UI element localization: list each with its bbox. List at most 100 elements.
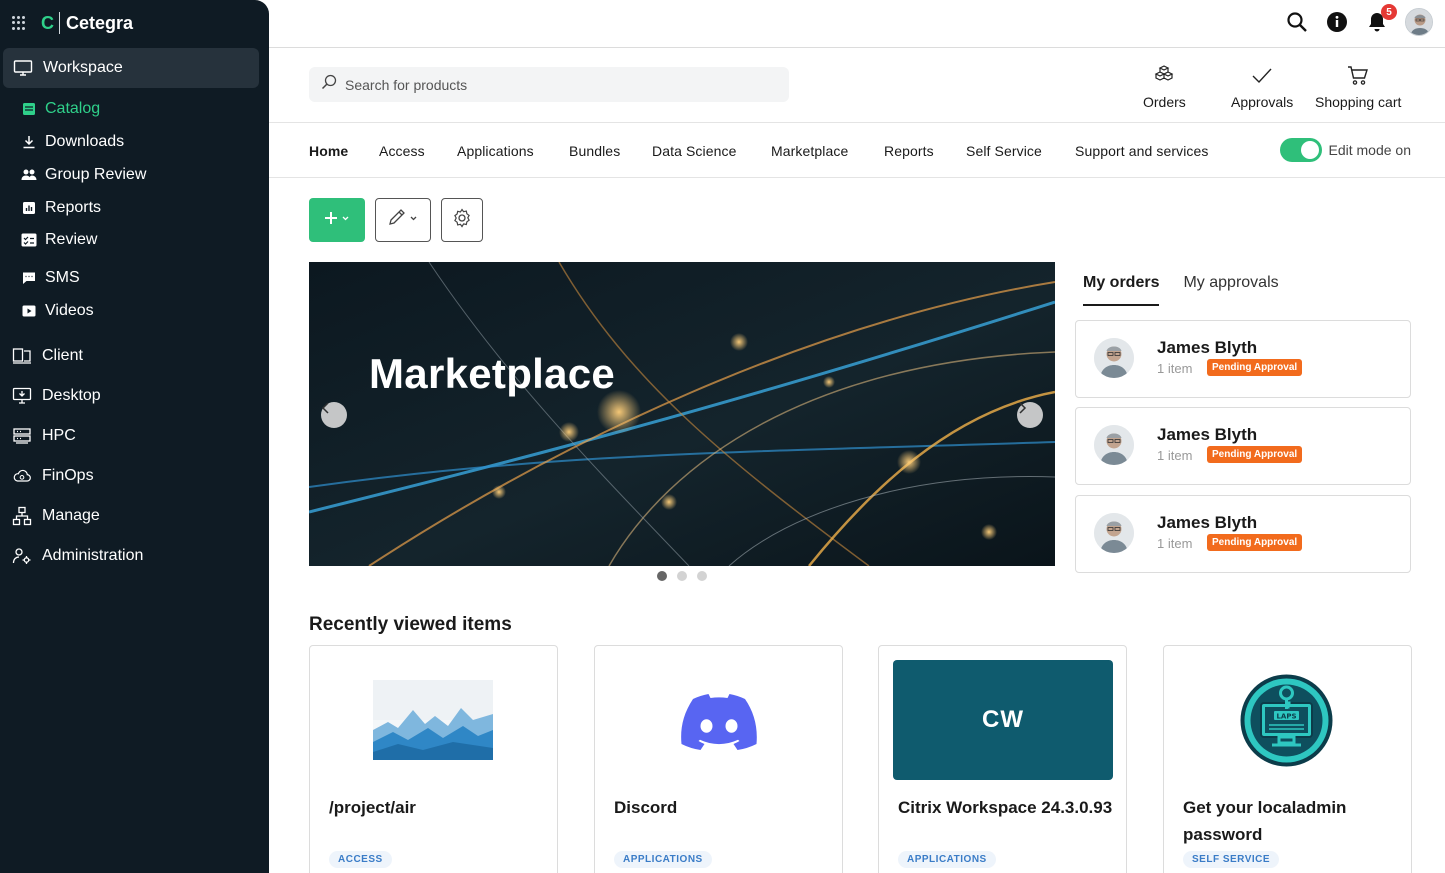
order-card[interactable]: James Blyth 1 item Pending Approval: [1075, 495, 1411, 573]
notifications-icon[interactable]: 5: [1365, 4, 1397, 34]
product-search[interactable]: [309, 67, 789, 102]
settings-button[interactable]: [441, 198, 483, 242]
sidebar-item-label: Group Review: [45, 166, 147, 183]
hero-carousel[interactable]: Marketplace: [309, 262, 1055, 566]
avatar: [1094, 425, 1134, 465]
download-icon: [21, 134, 37, 150]
tab-reports[interactable]: Reports: [884, 143, 934, 159]
tab-data-science[interactable]: Data Science: [652, 143, 736, 159]
tab-applications[interactable]: Applications: [457, 143, 534, 159]
status-badge: Pending Approval: [1207, 359, 1303, 376]
tab-bundles[interactable]: Bundles: [569, 143, 620, 159]
sidebar-item-downloads[interactable]: Downloads: [21, 131, 124, 153]
sidebar-item-finops[interactable]: FinOps: [12, 464, 94, 488]
sidebar-item-label: SMS: [45, 269, 80, 286]
chat-icon: [21, 270, 37, 286]
carousel-next-button[interactable]: [1017, 402, 1043, 428]
laps-logo-text: LAPS: [1276, 713, 1296, 721]
gear-icon: [452, 207, 472, 233]
hierarchy-icon: [12, 506, 32, 526]
recent-item-card[interactable]: CW Citrix Workspace 24.3.0.93 APPLICATIO…: [878, 645, 1127, 873]
tab-marketplace[interactable]: Marketplace: [771, 143, 848, 159]
order-card[interactable]: James Blyth 1 item Pending Approval: [1075, 407, 1411, 485]
desktop-icon: [12, 386, 32, 406]
sidebar-item-label: Catalog: [45, 100, 101, 117]
tab-support-and-services[interactable]: Support and services: [1075, 143, 1209, 159]
avatar: [1094, 513, 1134, 553]
video-icon: [21, 303, 37, 319]
shopping-cart-button[interactable]: Shopping cart: [1315, 64, 1401, 110]
order-requester-name: James Blyth: [1157, 425, 1258, 444]
hero-title: Marketplace: [369, 350, 616, 397]
sidebar-item-reports[interactable]: Reports: [21, 197, 101, 219]
notification-count-badge: 5: [1381, 4, 1397, 20]
sidebar-item-label: Videos: [45, 302, 94, 319]
category-tag: SELF SERVICE: [1183, 851, 1280, 868]
search-icon: [321, 74, 337, 95]
recently-viewed-title: Recently viewed items: [309, 614, 512, 635]
orders-icon: [1152, 64, 1176, 88]
sidebar-item-manage[interactable]: Manage: [12, 504, 100, 528]
tab-my-approvals[interactable]: My approvals: [1183, 274, 1278, 306]
carousel-prev-button[interactable]: [321, 402, 347, 428]
order-card[interactable]: James Blyth 1 item Pending Approval: [1075, 320, 1411, 398]
carousel-dot[interactable]: [657, 571, 667, 581]
sidebar-item-hpc[interactable]: HPC: [12, 424, 76, 448]
brand[interactable]: C Cetegra: [12, 10, 133, 36]
tab-access[interactable]: Access: [379, 143, 425, 159]
card-title: Get your localadmin password: [1183, 798, 1347, 844]
laps-logo-icon: LAPS: [1239, 673, 1334, 768]
card-title: Discord: [614, 798, 678, 817]
plus-icon: [324, 211, 350, 230]
reports-icon: [21, 200, 37, 216]
carousel-dot[interactable]: [697, 571, 707, 581]
card-title: Citrix Workspace 24.3.0.93: [898, 798, 1113, 817]
sidebar-item-desktop[interactable]: Desktop: [12, 384, 101, 408]
edit-dropdown-button[interactable]: [375, 198, 431, 242]
server-icon: [12, 426, 32, 446]
order-requester-name: James Blyth: [1157, 338, 1258, 357]
brand-name: Cetegra: [66, 12, 134, 33]
add-widget-button[interactable]: [309, 198, 365, 242]
client-icon: [12, 346, 32, 366]
sidebar-item-group-review[interactable]: Group Review: [21, 164, 146, 186]
carousel-dot[interactable]: [677, 571, 687, 581]
orders-button[interactable]: Orders: [1143, 64, 1186, 110]
order-item-count: 1 item: [1157, 536, 1193, 551]
recent-item-card[interactable]: LAPS Get your localadmin password SELF S…: [1163, 645, 1412, 873]
sidebar-section-workspace[interactable]: Workspace: [3, 48, 259, 88]
sidebar-item-review[interactable]: Review: [21, 229, 97, 251]
search-icon[interactable]: [1285, 10, 1309, 34]
sidebar-item-label: Administration: [42, 547, 144, 564]
info-icon[interactable]: [1325, 10, 1349, 34]
sidebar-item-videos[interactable]: Videos: [21, 300, 94, 322]
brand-divider: [59, 12, 60, 34]
sidebar-item-sms[interactable]: SMS: [21, 267, 80, 289]
category-tag: APPLICATIONS: [614, 851, 712, 868]
edit-mode-toggle[interactable]: Edit mode on: [1279, 138, 1411, 162]
sidebar-item-label: HPC: [42, 427, 76, 444]
approvals-button[interactable]: Approvals: [1231, 64, 1293, 110]
recent-item-card[interactable]: /project/air ACCESS: [309, 645, 558, 873]
tab-home[interactable]: Home: [309, 143, 348, 159]
discord-logo-icon: [681, 694, 757, 755]
sidebar-item-administration[interactable]: Administration: [12, 544, 143, 568]
search-input[interactable]: [345, 76, 765, 93]
tab-self-service[interactable]: Self Service: [966, 143, 1042, 159]
sidebar-item-label: Review: [45, 231, 98, 248]
sidebar-item-client[interactable]: Client: [12, 344, 83, 368]
orders-panel-tabs: My orders My approvals: [1083, 274, 1279, 306]
citrix-tile: CW: [893, 660, 1113, 780]
tab-my-orders[interactable]: My orders: [1083, 274, 1160, 306]
apps-grid-icon[interactable]: [12, 16, 26, 30]
hero-background-image: [309, 262, 1055, 566]
status-badge: Pending Approval: [1207, 534, 1303, 551]
recent-item-card[interactable]: Discord APPLICATIONS: [594, 645, 843, 873]
category-tag: ACCESS: [329, 851, 392, 868]
user-avatar[interactable]: [1405, 8, 1433, 36]
order-item-count: 1 item: [1157, 448, 1193, 463]
review-icon: [21, 232, 37, 248]
sidebar-item-catalog[interactable]: Catalog: [21, 98, 100, 120]
edit-mode-switch[interactable]: [1279, 138, 1322, 162]
top-bar: 5: [269, 0, 1445, 48]
